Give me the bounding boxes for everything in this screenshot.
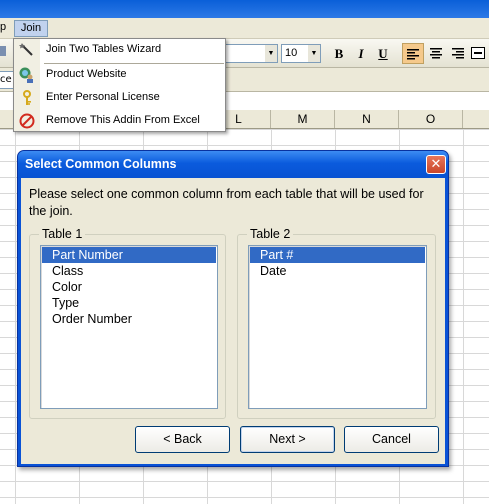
font-size-value: 10 [285, 47, 298, 59]
align-left-icon [407, 49, 419, 60]
column-header[interactable]: M [271, 110, 335, 128]
close-icon: ✕ [430, 157, 442, 172]
menu-bar: p Join [0, 18, 489, 39]
instruction-text: Please select one common column from eac… [29, 187, 424, 218]
list-item[interactable]: Class [42, 263, 216, 279]
align-right-icon [452, 48, 464, 59]
close-button[interactable]: ✕ [426, 155, 446, 174]
column-header[interactable]: O [399, 110, 463, 128]
list-item[interactable]: Color [42, 279, 216, 295]
bold-button[interactable]: B [328, 43, 350, 64]
menu-item-label: Remove This Addin From Excel [46, 114, 200, 126]
menu-item-enter-license[interactable]: Enter Personal License [14, 87, 225, 109]
chevron-down-icon[interactable]: ▼ [308, 45, 320, 62]
menu-join[interactable]: Join [14, 20, 48, 37]
align-center-icon [430, 48, 442, 59]
dialog-title-bar[interactable]: Select Common Columns ✕ [18, 151, 448, 178]
dialog-body: Please select one common column from eac… [21, 178, 445, 464]
wizard-wand-icon [19, 42, 35, 58]
font-name-combo[interactable]: ▼ [222, 44, 278, 63]
next-button[interactable]: Next > [240, 426, 335, 453]
underline-button[interactable]: U [372, 43, 394, 64]
dialog-title: Select Common Columns [25, 157, 177, 171]
list-item[interactable]: Part Number [42, 247, 216, 263]
menu-item-label: Product Website [46, 68, 127, 80]
menu-item-join-wizard[interactable]: Join Two Tables Wizard [14, 39, 225, 61]
column-header[interactable]: N [335, 110, 399, 128]
table2-listbox[interactable]: Part # Date [248, 245, 427, 409]
back-button[interactable]: < Back [135, 426, 230, 453]
font-size-combo[interactable]: 10 ▼ [281, 44, 321, 63]
table2-label: Table 2 [247, 227, 294, 241]
table1-label: Table 1 [39, 227, 86, 241]
menu-item-clipped[interactable]: p [0, 20, 10, 37]
table1-group: Table 1 Part Number Class Color Type Ord… [29, 227, 226, 419]
list-item[interactable]: Part # [250, 247, 425, 263]
list-item[interactable]: Type [42, 295, 216, 311]
italic-button[interactable]: I [350, 43, 372, 64]
chevron-down-icon[interactable]: ▼ [265, 45, 277, 62]
toolbar-tool-icon[interactable] [0, 43, 8, 64]
join-dropdown-menu: Join Two Tables Wizard Product Website E… [13, 38, 226, 132]
align-left-button[interactable] [402, 43, 424, 64]
key-icon [19, 90, 35, 106]
table1-listbox[interactable]: Part Number Class Color Type Order Numbe… [40, 245, 218, 409]
merge-center-icon [471, 47, 485, 59]
table2-group: Table 2 Part # Date [237, 227, 436, 419]
align-right-button[interactable] [447, 43, 469, 64]
merge-center-button[interactable] [469, 43, 487, 64]
excel-title-bar [0, 0, 489, 18]
name-box[interactable]: ce [0, 71, 14, 89]
globe-person-icon [19, 67, 35, 83]
menu-item-label: Enter Personal License [46, 91, 160, 103]
menu-item-remove-addin[interactable]: Remove This Addin From Excel [14, 110, 225, 132]
menu-item-product-website[interactable]: Product Website [14, 64, 225, 86]
menu-item-label: Join Two Tables Wizard [46, 43, 162, 55]
no-entry-icon [19, 113, 35, 129]
list-item[interactable]: Order Number [42, 311, 216, 327]
align-center-button[interactable] [425, 43, 447, 64]
select-common-columns-dialog: Select Common Columns ✕ Please select on… [17, 150, 449, 467]
list-item[interactable]: Date [250, 263, 425, 279]
cancel-button[interactable]: Cancel [344, 426, 439, 453]
